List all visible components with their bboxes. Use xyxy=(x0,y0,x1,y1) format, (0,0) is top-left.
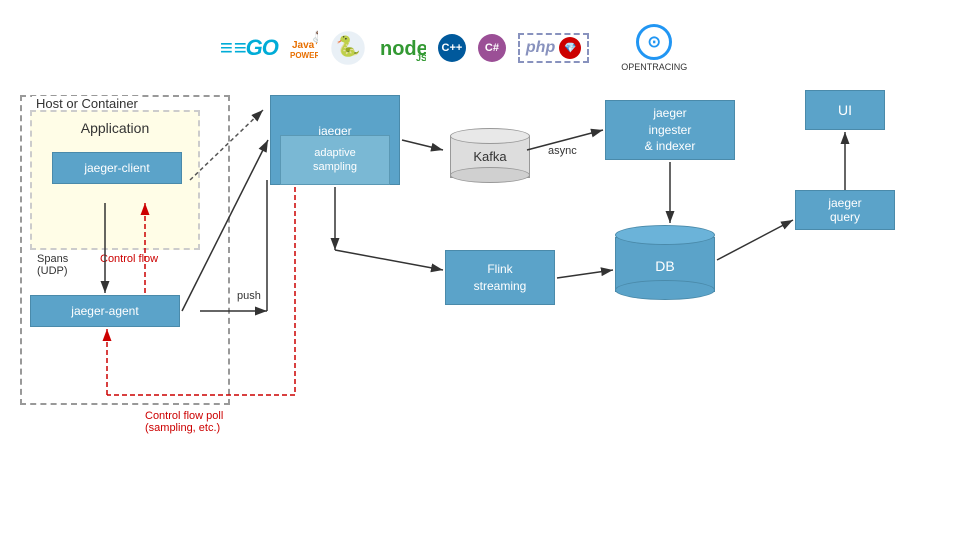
jaeger-agent-label: jaeger-agent xyxy=(71,304,138,318)
java-logo: Java™ POWERED ☕ xyxy=(290,30,318,66)
jaeger-ingester-box: jaegeringester& indexer xyxy=(605,100,735,160)
svg-text:☕: ☕ xyxy=(312,30,318,44)
jaeger-agent-box: jaeger-agent xyxy=(30,295,180,327)
adaptive-sampling-box: adaptivesampling xyxy=(280,135,390,185)
async-label: async xyxy=(548,145,577,157)
adaptive-sampling-label: adaptivesampling xyxy=(313,146,357,175)
svg-text:🐍: 🐍 xyxy=(335,34,360,58)
db-label: DB xyxy=(655,258,674,274)
kafka-box: Kafka xyxy=(445,125,535,185)
opentracing-icon: ⊙ xyxy=(636,24,672,60)
flink-label: Flinkstreaming xyxy=(474,261,527,295)
node-logo: node JS xyxy=(378,33,426,63)
push-label: push xyxy=(237,290,261,302)
go-logo: ≡GO xyxy=(220,35,278,61)
spans-text: Spans(UDP) xyxy=(37,253,68,277)
db-box: DB xyxy=(615,225,715,300)
svg-text:JS: JS xyxy=(416,53,426,63)
flink-box: Flinkstreaming xyxy=(445,250,555,305)
control-flow-poll-label: Control flow poll(sampling, etc.) xyxy=(145,410,223,434)
csharp-logo: C# xyxy=(478,34,506,62)
kafka-cylinder: Kafka xyxy=(450,128,530,183)
jaeger-query-box: jaegerquery xyxy=(795,190,895,230)
control-flow-poll-text: Control flow poll(sampling, etc.) xyxy=(145,410,223,434)
python-logo: 🐍 xyxy=(330,30,366,66)
opentracing-logo: ⊙ OPENTRACING xyxy=(621,24,687,72)
control-flow-text: Control flow xyxy=(100,253,158,265)
jaeger-ingester-label: jaegeringester& indexer xyxy=(645,105,696,155)
spans-label: Spans(UDP) xyxy=(37,253,68,277)
control-flow-inline-label: Control flow xyxy=(100,253,158,265)
jaeger-client-box: jaeger-client xyxy=(52,152,182,184)
jaeger-client-label: jaeger-client xyxy=(84,161,149,175)
cpp-logo: C++ xyxy=(438,34,466,62)
db-bottom xyxy=(615,280,715,300)
ui-label: UI xyxy=(838,102,852,118)
opentracing-label: OPENTRACING xyxy=(621,62,687,72)
logos-bar: ≡GO Java™ POWERED ☕ 🐍 node JS C++ C# php… xyxy=(220,18,930,78)
kafka-top xyxy=(450,128,530,144)
ui-box: UI xyxy=(805,90,885,130)
ruby-logo: 💎 xyxy=(559,37,581,59)
kafka-label: Kafka xyxy=(473,149,506,164)
php-text: php xyxy=(526,39,555,57)
app-label: Application xyxy=(32,120,198,136)
jaeger-query-label: jaegerquery xyxy=(828,196,861,224)
db-top xyxy=(615,225,715,245)
host-label: Host or Container xyxy=(32,96,142,111)
kafka-bottom xyxy=(450,167,530,183)
svg-text:POWERED: POWERED xyxy=(290,51,318,60)
architecture-diagram: Host or Container Application jaeger-cli… xyxy=(15,85,945,525)
application-box: Application jaeger-client xyxy=(30,110,200,250)
php-logo-box: php 💎 xyxy=(518,33,589,63)
